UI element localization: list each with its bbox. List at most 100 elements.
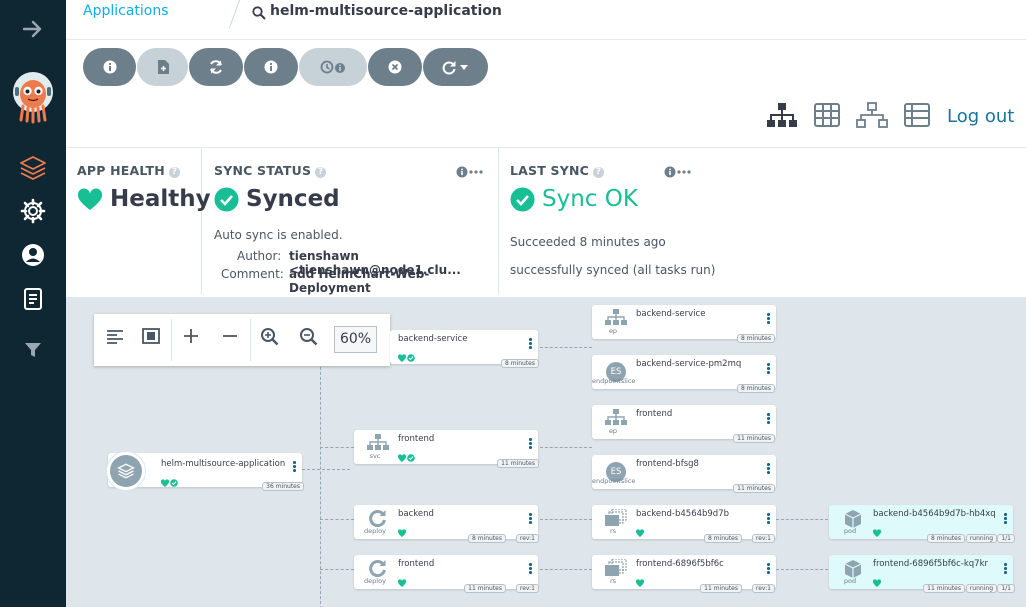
pod-node-backend[interactable]: pod backend-b4564b9d7b-hb4xq 8 minutes r… — [829, 505, 1015, 543]
node-menu-icon[interactable] — [529, 563, 532, 575]
network-view-icon[interactable] — [856, 102, 888, 132]
applications-nav-icon[interactable] — [0, 154, 66, 182]
argo-logo-icon[interactable] — [0, 70, 66, 124]
documentation-nav-icon[interactable] — [0, 286, 66, 312]
graph-edge — [540, 569, 592, 570]
node-menu-icon[interactable] — [529, 438, 532, 450]
more-info-icon[interactable] — [456, 163, 484, 182]
help-icon[interactable]: ? — [315, 167, 327, 178]
pod-node-frontend[interactable]: pod frontend-6896f5bf6c-kq7kr 11 minutes… — [829, 555, 1015, 593]
graph-edge — [776, 569, 828, 570]
collapse-icon[interactable] — [222, 328, 238, 349]
fit-screen-icon[interactable] — [142, 328, 160, 349]
node-menu-icon[interactable] — [767, 313, 770, 325]
node-kind: svc — [369, 452, 381, 460]
graph-edge — [540, 447, 592, 448]
deployment-node-frontend[interactable]: deploy frontend 11 minutes rev:1 — [354, 555, 539, 593]
application-icon — [110, 455, 142, 487]
filter-nav-icon[interactable] — [0, 338, 66, 362]
node-name: helm-multisource-application — [161, 459, 286, 469]
health-icon — [635, 522, 645, 541]
sync-status-section: SYNC STATUS? Synced Auto sync is enabled… — [203, 148, 499, 295]
revision-tag: rev:1 — [515, 534, 539, 543]
replicaset-node-backend[interactable]: rs backend-b4564b9d7b 8 minutes rev:1 — [592, 505, 776, 543]
endpointslice-node-backend[interactable]: ES endpointslice backend-service-pm2mq 8… — [592, 355, 776, 393]
tree-view-icon[interactable] — [766, 102, 798, 132]
last-sync-section: LAST SYNC? Sync OK Succeeded 8 minutes a… — [499, 148, 799, 294]
service-node-frontend[interactable]: svc frontend 11 minutes — [354, 430, 539, 468]
endpointslice-node-frontend[interactable]: ES endpointslice frontend-bfsg8 11 minut… — [592, 455, 776, 493]
node-name: frontend — [398, 559, 435, 569]
node-kind: rs — [609, 577, 617, 585]
revision-tag: rev:1 — [515, 584, 539, 593]
node-kind: pod — [843, 527, 857, 535]
endpoints-node-backend[interactable]: ep backend-service 8 minutes — [592, 305, 776, 343]
sync-button[interactable] — [189, 48, 243, 86]
node-menu-icon[interactable] — [529, 513, 532, 525]
expand-icon[interactable] — [183, 328, 199, 349]
app-node[interactable]: helm-multisource-application 36 minutes — [106, 451, 304, 491]
node-kind: ep — [608, 327, 618, 335]
heart-icon — [77, 187, 103, 210]
file-plus-icon — [157, 60, 169, 74]
logout-link[interactable]: Log out — [947, 106, 1014, 127]
sync-status-button[interactable] — [244, 48, 298, 86]
graph-edge — [776, 519, 828, 520]
node-menu-icon[interactable] — [767, 563, 770, 575]
zoom-level-input[interactable]: 60% — [334, 326, 377, 353]
node-menu-icon[interactable] — [767, 363, 770, 375]
age-tag: 36 minutes — [262, 482, 304, 491]
node-menu-icon[interactable] — [767, 513, 770, 525]
replicaset-node-frontend[interactable]: rs frontend-6896f5bf6c 11 minutes rev:1 — [592, 555, 776, 593]
align-left-icon[interactable] — [107, 328, 123, 349]
health-icon — [397, 522, 407, 541]
details-button[interactable] — [83, 48, 136, 86]
pod-status-tag: running — [965, 584, 997, 593]
refresh-icon — [442, 61, 468, 75]
node-kind: rs — [609, 527, 617, 535]
breadcrumb-current-app: helm-multisource-application — [270, 3, 502, 19]
delete-button[interactable] — [368, 48, 422, 86]
node-name: backend-service — [398, 334, 468, 344]
node-menu-icon[interactable] — [1004, 563, 1007, 575]
node-menu-icon[interactable] — [1004, 513, 1007, 525]
node-menu-icon[interactable] — [293, 461, 296, 473]
pod-status-tag: running — [965, 534, 997, 543]
zoom-in-icon[interactable] — [261, 328, 279, 351]
node-menu-icon[interactable] — [767, 463, 770, 475]
health-sync-icons — [397, 447, 416, 466]
more-info-icon[interactable] — [664, 163, 692, 182]
pods-view-icon[interactable] — [814, 103, 840, 131]
settings-nav-icon[interactable] — [0, 198, 66, 224]
graph-edge — [320, 347, 321, 607]
service-node-backend[interactable]: backend-service 8 minutes — [390, 330, 539, 368]
top-bar: Applications helm-multisource-applicatio… — [66, 0, 1026, 40]
deployment-node-backend[interactable]: deploy backend 8 minutes rev:1 — [354, 505, 539, 543]
zoom-out-icon[interactable] — [300, 328, 318, 351]
pod-ready-tag: 1/1 — [997, 584, 1015, 593]
app-toolbar — [83, 48, 488, 88]
service-icon — [360, 434, 396, 454]
endpoints-icon — [598, 309, 634, 329]
breadcrumb-separator — [228, 0, 241, 28]
auto-sync-text: Auto sync is enabled. — [214, 228, 343, 242]
node-menu-icon[interactable] — [529, 338, 532, 350]
breadcrumb-applications-link[interactable]: Applications — [83, 3, 169, 19]
node-name: backend-b4564b9d7b-hb4xq — [873, 509, 996, 519]
diff-button[interactable] — [137, 48, 188, 86]
help-icon[interactable]: ? — [593, 167, 605, 178]
node-menu-icon[interactable] — [767, 413, 770, 425]
age-tag: 8 minutes — [736, 384, 775, 393]
expand-sidebar-icon[interactable] — [0, 16, 66, 42]
endpoints-node-frontend[interactable]: ep frontend 11 minutes — [592, 405, 776, 443]
age-tag: 11 minutes — [464, 584, 506, 593]
history-rollback-button[interactable] — [299, 48, 367, 86]
help-icon[interactable]: ? — [168, 167, 180, 178]
node-kind: endpointslice — [592, 377, 636, 385]
list-view-icon[interactable] — [904, 103, 930, 131]
user-info-nav-icon[interactable] — [0, 242, 66, 268]
search-icon[interactable] — [252, 5, 266, 24]
health-icon — [872, 572, 882, 591]
refresh-dropdown-button[interactable] — [423, 48, 488, 86]
graph-edge — [540, 519, 592, 520]
